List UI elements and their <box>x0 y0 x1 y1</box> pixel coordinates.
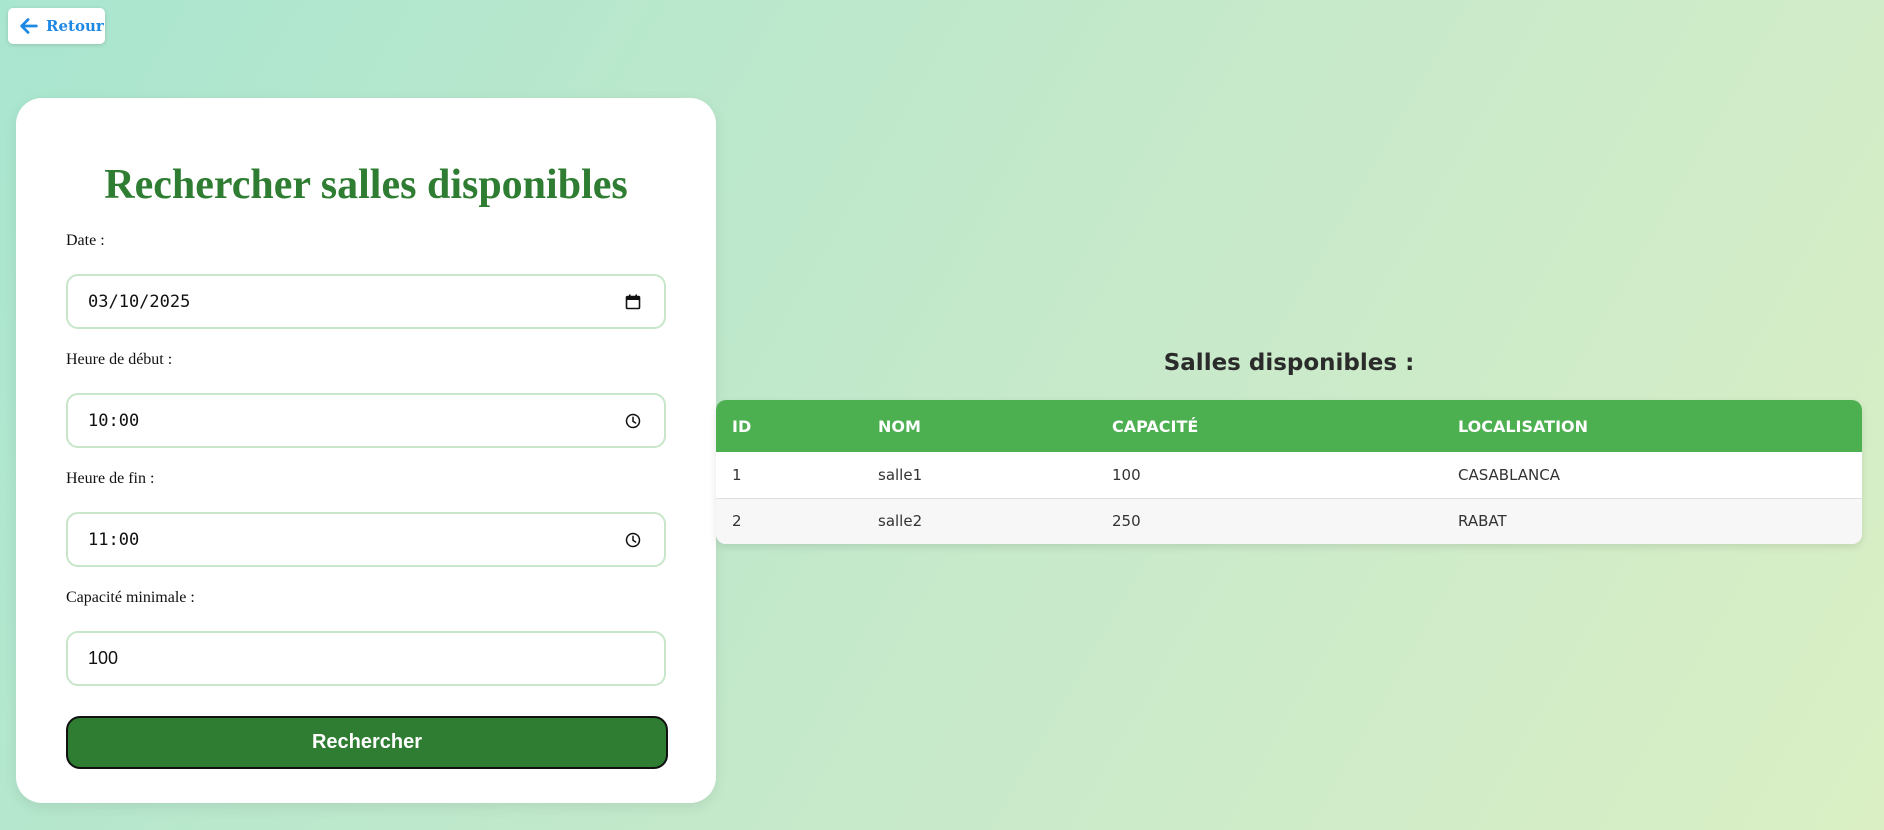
search-button[interactable]: Rechercher <box>66 716 668 769</box>
column-header-capacite: CAPACITÉ <box>1112 416 1199 436</box>
column-header-nom: NOM <box>878 416 921 436</box>
cell-localisation: CASABLANCA <box>1458 465 1561 484</box>
start-time-label: Heure de début : <box>66 351 173 368</box>
back-button[interactable]: Retour <box>8 8 105 44</box>
clock-icon[interactable] <box>624 531 642 549</box>
date-label: Date : <box>66 232 105 249</box>
form-title: Rechercher salles disponibles <box>104 162 628 208</box>
clock-icon[interactable] <box>624 412 642 430</box>
table-row: 1 salle1 100 CASABLANCA <box>716 452 1862 498</box>
end-time-label: Heure de fin : <box>66 470 155 487</box>
cell-nom: salle1 <box>878 465 923 484</box>
table-header-row: ID NOM CAPACITÉ LOCALISATION <box>716 400 1862 452</box>
end-time-input[interactable]: 11:00 <box>66 512 666 567</box>
capacity-value: 100 <box>88 648 119 668</box>
date-value: 03/10/2025 <box>88 291 191 312</box>
results-table: ID NOM CAPACITÉ LOCALISATION 1 salle1 10… <box>716 400 1862 544</box>
start-time-value: 10:00 <box>88 410 140 431</box>
table-row: 2 salle2 250 RABAT <box>716 498 1862 544</box>
cell-id: 1 <box>732 465 742 484</box>
search-form-card: Rechercher salles disponibles Date : 03/… <box>16 98 716 803</box>
cell-capacite: 100 <box>1112 465 1141 484</box>
capacity-label: Capacité minimale : <box>66 589 195 606</box>
results-title: Salles disponibles : <box>1163 350 1415 376</box>
capacity-input[interactable]: 100 <box>66 631 666 686</box>
column-header-localisation: LOCALISATION <box>1458 416 1589 436</box>
start-time-input[interactable]: 10:00 <box>66 393 666 448</box>
end-time-value: 11:00 <box>88 529 140 550</box>
cell-capacite: 250 <box>1112 512 1141 531</box>
cell-localisation: RABAT <box>1458 512 1507 531</box>
date-input[interactable]: 03/10/2025 <box>66 274 666 329</box>
calendar-icon[interactable] <box>624 293 642 311</box>
back-button-label: Retour <box>46 17 104 35</box>
cell-nom: salle2 <box>878 512 923 531</box>
cell-id: 2 <box>732 512 742 531</box>
column-header-id: ID <box>732 416 752 436</box>
arrow-left-icon <box>18 14 42 38</box>
